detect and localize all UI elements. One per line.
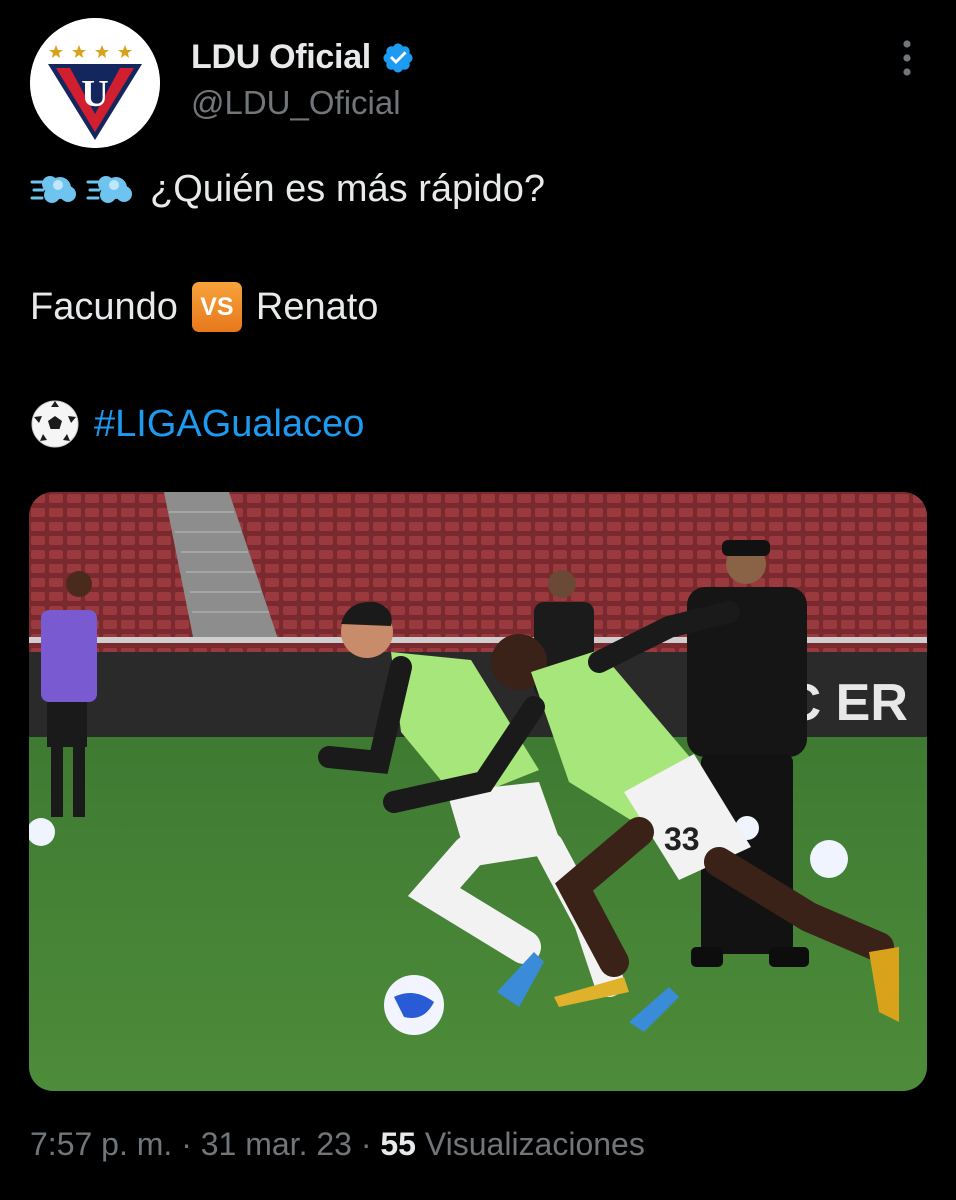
views-count[interactable]: 55 (380, 1126, 416, 1162)
author-name-row[interactable]: LDU Oficial (191, 38, 415, 77)
warmup-photo-illustration: SC ER 33 (29, 492, 927, 1091)
tweet-line-3: #LIGAGualaceo (30, 399, 364, 449)
tweet-photo[interactable]: SC ER 33 (29, 492, 927, 1091)
tweet-question: ¿Quién es más rápido? (150, 167, 545, 210)
separator: · (351, 1126, 381, 1162)
hashtag-link[interactable]: #LIGAGualaceo (94, 403, 364, 446)
dash-emoji-icon (30, 164, 80, 214)
separator: · (172, 1126, 201, 1162)
verified-badge-icon (383, 42, 413, 73)
vs-emoji-icon: VS (191, 282, 242, 332)
tweet-time[interactable]: 7:57 p. m. (30, 1126, 172, 1162)
tweet-date[interactable]: 31 mar. 23 (201, 1126, 352, 1162)
tweet-line-1: ¿Quién es más rápido? (30, 164, 545, 214)
author-handle[interactable]: @LDU_Oficial (191, 84, 401, 122)
player-1-name: Facundo (30, 285, 178, 328)
tweet-line-2: Facundo VS Renato (30, 282, 378, 332)
views-label[interactable]: Visualizaciones (425, 1126, 645, 1162)
avatar[interactable]: U (30, 18, 160, 148)
tweet-metadata: 7:57 p. m. · 31 mar. 23 · 55 Visualizaci… (30, 1126, 645, 1163)
ldu-logo: U (30, 18, 160, 148)
dash-emoji-icon (86, 164, 136, 214)
more-options-icon[interactable] (890, 38, 924, 78)
player-2-name: Renato (255, 285, 379, 328)
author-name[interactable]: LDU Oficial (191, 38, 371, 77)
shirt-number: 33 (664, 821, 700, 857)
avatar-letter: U (81, 73, 108, 115)
soccer-ball-emoji-icon (30, 399, 80, 449)
